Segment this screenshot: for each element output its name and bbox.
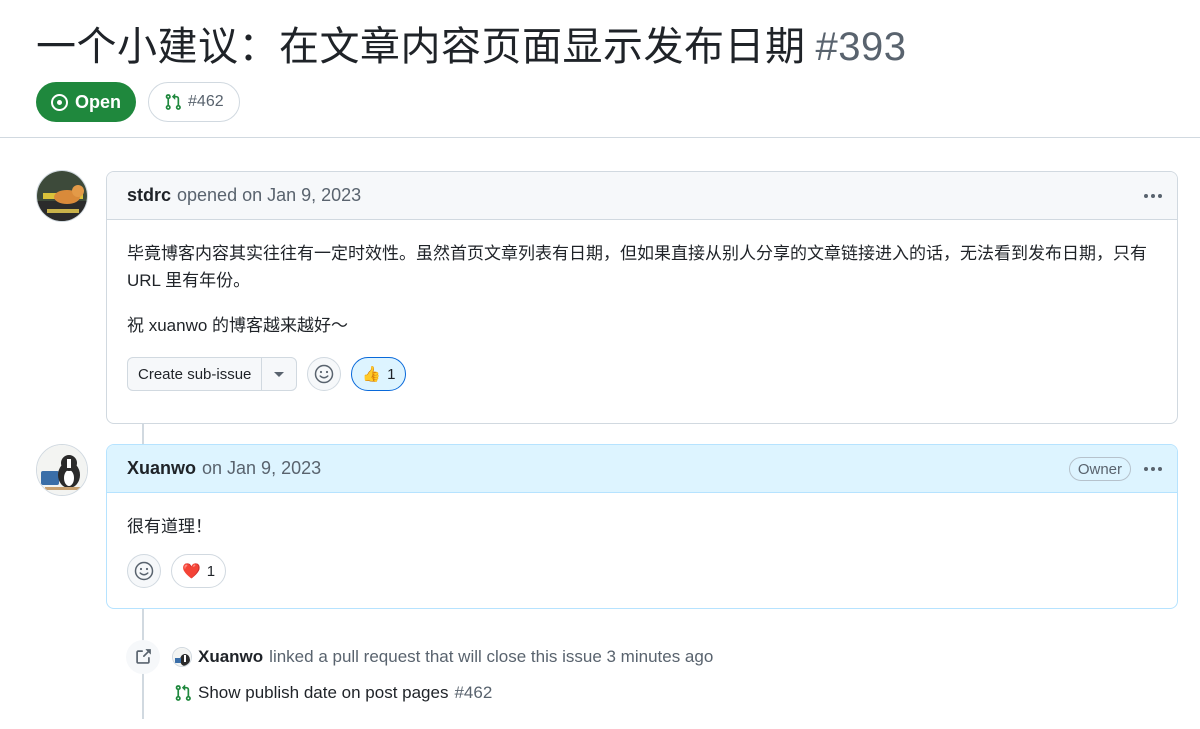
sub-issue-dropdown-button[interactable] bbox=[262, 358, 296, 390]
linked-pull-request[interactable]: Show publish date on post pages #462 bbox=[174, 683, 492, 703]
heart-reaction[interactable]: ❤️ 1 bbox=[171, 554, 227, 588]
comment-body: 很有道理！ bbox=[107, 493, 1177, 540]
add-reaction-button[interactable] bbox=[127, 554, 161, 588]
linked-pr-chip[interactable]: #462 bbox=[148, 82, 240, 122]
comment-actions: ❤️ 1 bbox=[107, 554, 1177, 588]
create-sub-issue-button-group: Create sub-issue bbox=[127, 357, 298, 391]
event-author[interactable]: Xuanwo bbox=[198, 647, 263, 667]
event-text: linked a pull request that will close th… bbox=[269, 647, 714, 666]
comment-paragraph: 祝 xuanwo 的博客越来越好～ bbox=[127, 316, 349, 335]
issue-title: 一个小建议：在文章内容页面显示发布日期 #393 bbox=[36, 14, 906, 72]
comment-author[interactable]: stdrc bbox=[127, 185, 171, 206]
linked-pr-title[interactable]: Show publish date on post pages bbox=[198, 683, 448, 703]
add-reaction-button[interactable] bbox=[307, 357, 342, 391]
comment-actions: Create sub-issue 👍 1 bbox=[107, 357, 1177, 391]
chevron-down-icon bbox=[274, 371, 285, 377]
more-options-icon[interactable] bbox=[1141, 184, 1165, 208]
avatar-xuanwo[interactable] bbox=[36, 444, 88, 496]
owner-badge: Owner bbox=[1068, 457, 1131, 481]
heart-icon: ❤️ bbox=[182, 563, 201, 580]
git-pull-request-icon bbox=[165, 93, 181, 110]
header-divider bbox=[0, 137, 1200, 138]
cross-reference-icon bbox=[126, 640, 160, 674]
git-pull-request-icon bbox=[175, 684, 191, 701]
create-sub-issue-button[interactable]: Create sub-issue bbox=[128, 358, 263, 390]
state-label: Open bbox=[75, 91, 122, 112]
thumbs-up-reaction[interactable]: 👍 1 bbox=[351, 357, 407, 391]
comment-card: Xuanwo on Jan 9, 2023 Owner 很有道理！ ❤️ 1 bbox=[106, 444, 1178, 609]
comment-meta[interactable]: opened on Jan 9, 2023 bbox=[177, 185, 361, 206]
timeline-connector bbox=[142, 424, 144, 446]
reaction-count: 1 bbox=[206, 562, 216, 580]
reaction-count: 1 bbox=[387, 365, 396, 383]
comment-body: 毕竟博客内容其实往往有一定时效性。虽然首页文章列表有日期，但如果直接从别人分享的… bbox=[107, 220, 1177, 339]
issue-number: #393 bbox=[815, 25, 907, 69]
more-options-icon[interactable] bbox=[1141, 457, 1165, 481]
linked-pr-number: #462 bbox=[454, 683, 493, 702]
dog-avatar-image bbox=[37, 445, 87, 495]
comment-header: stdrc opened on Jan 9, 2023 bbox=[107, 172, 1177, 220]
issue-title-text: 一个小建议：在文章内容页面显示发布日期 bbox=[36, 25, 806, 69]
thumbs-up-icon: 👍 bbox=[362, 366, 382, 383]
cat-avatar-image bbox=[37, 171, 87, 221]
timeline-event: Xuanwo linked a pull request that will c… bbox=[126, 640, 713, 674]
smiley-icon bbox=[315, 364, 334, 384]
issue-state-row: Open #462 bbox=[36, 82, 240, 122]
smiley-icon bbox=[134, 561, 154, 581]
avatar-xuanwo-small[interactable] bbox=[172, 647, 192, 667]
comment-paragraph: 很有道理！ bbox=[127, 517, 212, 536]
linked-pr-number: #462 bbox=[188, 93, 224, 110]
comment-author[interactable]: Xuanwo bbox=[127, 458, 196, 479]
comment-header: Xuanwo on Jan 9, 2023 Owner bbox=[107, 445, 1177, 493]
avatar-stdrc[interactable] bbox=[36, 170, 88, 222]
issue-open-icon bbox=[51, 93, 68, 111]
comment-meta[interactable]: on Jan 9, 2023 bbox=[202, 458, 321, 479]
comment-card: stdrc opened on Jan 9, 2023 毕竟博客内容其实往往有一… bbox=[106, 171, 1178, 424]
comment-paragraph: 毕竟博客内容其实往往有一定时效性。虽然首页文章列表有日期，但如果直接从别人分享的… bbox=[127, 244, 1147, 290]
state-badge-open: Open bbox=[36, 82, 137, 122]
